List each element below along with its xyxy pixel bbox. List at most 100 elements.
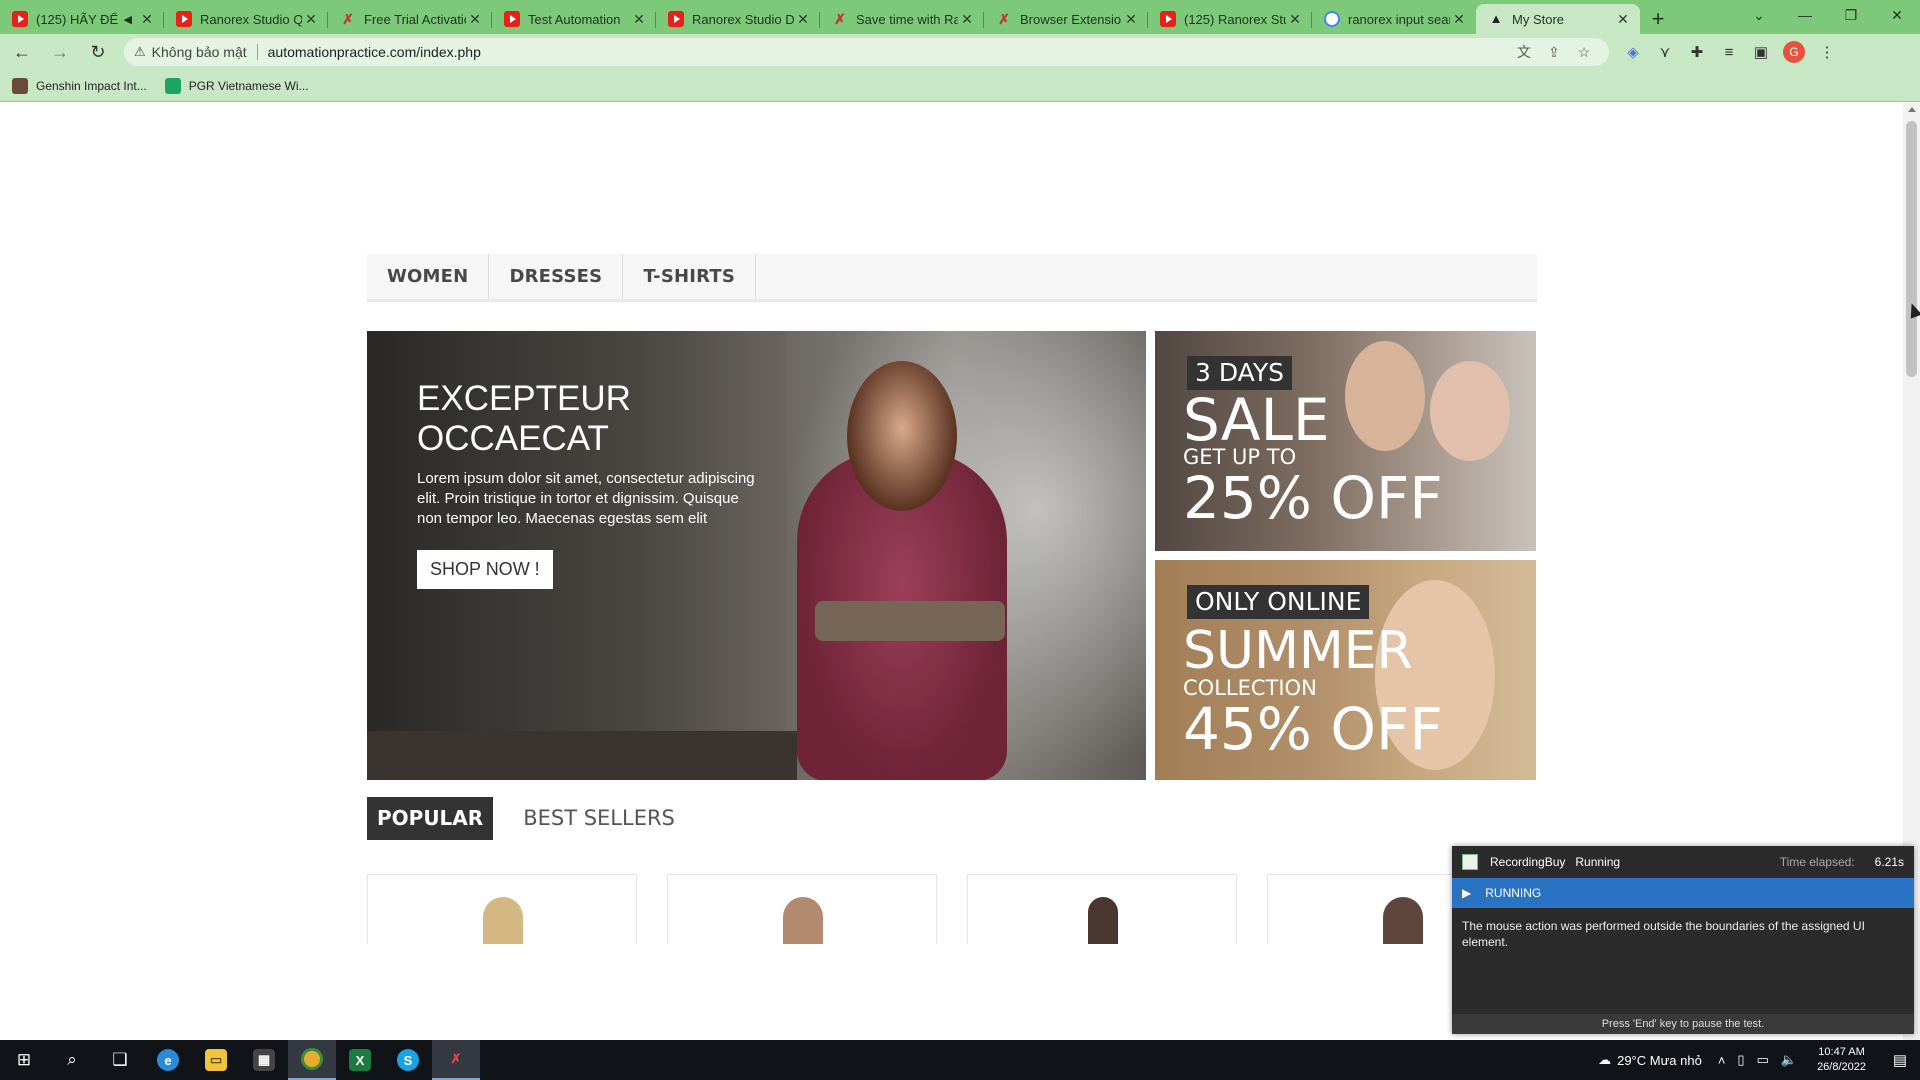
search-icon[interactable]: ⌕ xyxy=(48,1040,96,1080)
youtube-icon xyxy=(1160,11,1176,27)
translate-icon[interactable]: 文 xyxy=(1509,42,1539,62)
profile-avatar[interactable]: G xyxy=(1783,41,1805,63)
tray-app-icon[interactable]: ▯ xyxy=(1737,1052,1744,1068)
banner-photo-woman xyxy=(1430,361,1510,461)
reload-button[interactable]: ↻ xyxy=(82,36,114,68)
weather-text[interactable]: 29°C Mưa nhỏ xyxy=(1617,1053,1702,1068)
translate-extension-icon[interactable]: ◈ xyxy=(1617,43,1649,61)
tab-popular[interactable]: POPULAR xyxy=(367,797,494,840)
browser-tab-active[interactable]: ▲ My Store ✕ xyxy=(1476,4,1640,34)
store-icon: ▲ xyxy=(1489,11,1503,26)
forward-button[interactable]: → xyxy=(44,36,76,68)
close-tab-icon[interactable]: ✕ xyxy=(302,10,320,28)
skype-icon[interactable]: S xyxy=(384,1040,432,1080)
new-tab-button[interactable]: + xyxy=(1640,4,1676,34)
slider-prev-button[interactable]: ‹ xyxy=(1035,820,1085,869)
shop-now-button[interactable]: SHOP NOW ! xyxy=(417,550,553,589)
bookmarks-bar: Genshin Impact Int... PGR Vietnamese Wi.… xyxy=(0,70,1920,102)
close-tab-icon[interactable]: ✕ xyxy=(794,10,812,28)
runner-message: The mouse action was performed outside t… xyxy=(1462,919,1865,949)
vpn-extension-icon[interactable]: ⋎ xyxy=(1649,43,1681,61)
bookmark-pgr[interactable]: PGR Vietnamese Wi... xyxy=(164,77,309,94)
close-tab-icon[interactable]: ✕ xyxy=(1122,10,1140,28)
tab-search-icon[interactable]: ⌄ xyxy=(1736,0,1782,30)
task-view-icon[interactable]: ❑ xyxy=(96,1040,144,1080)
ranorex-icon: ✗ xyxy=(834,11,846,27)
browser-toolbar: ← → ↻ ⚠ Không bảo mật automationpractice… xyxy=(0,34,1920,70)
minimize-button[interactable]: — xyxy=(1782,0,1828,30)
menu-item-women[interactable]: WOMEN xyxy=(367,254,490,299)
browser-tab[interactable]: Ranorex Studio De ✕ xyxy=(656,4,820,34)
tray-chevron-icon[interactable]: ˄ xyxy=(1718,1053,1726,1068)
windows-start-icon[interactable]: ⊞ xyxy=(0,1040,48,1080)
sale-banner[interactable]: 3 DAYS SALE GET UP TO 25% OFF xyxy=(1155,331,1536,551)
banner-tag: ONLY ONLINE xyxy=(1187,585,1370,619)
browser-tab[interactable]: (125) HÃY ĐỂ ◀ ✕ xyxy=(0,4,164,34)
ranorex-icon: ✗ xyxy=(998,11,1010,27)
tab-best-sellers[interactable]: BEST SELLERS xyxy=(513,797,685,840)
close-tab-icon[interactable]: ✕ xyxy=(630,10,648,28)
banner-headline: SALE xyxy=(1183,386,1330,454)
product-card[interactable] xyxy=(667,874,937,944)
summer-banner[interactable]: ONLY ONLINE SUMMER COLLECTION 45% OFF xyxy=(1155,560,1536,780)
volume-icon[interactable]: 🔈 xyxy=(1781,1052,1797,1068)
browser-tab[interactable]: Ranorex Studio Qu ✕ xyxy=(164,4,328,34)
scrollbar-thumb[interactable] xyxy=(1906,121,1917,377)
url-text[interactable]: automationpractice.com/index.php xyxy=(268,44,481,60)
notification-center-icon[interactable]: ▤ xyxy=(1880,1051,1920,1069)
youtube-icon xyxy=(504,11,520,27)
product-image[interactable] xyxy=(1088,897,1118,944)
browser-tab[interactable]: ✗ Free Trial Activatio ✕ xyxy=(328,4,492,34)
product-card[interactable] xyxy=(367,874,637,944)
network-icon[interactable]: ▭ xyxy=(1757,1052,1769,1068)
product-image[interactable] xyxy=(783,897,823,944)
store-app-icon[interactable]: ▦ xyxy=(240,1040,288,1080)
ranorex-studio-icon[interactable]: ✗ xyxy=(432,1040,480,1080)
extensions-puzzle-icon[interactable]: ✚ xyxy=(1681,43,1713,61)
close-tab-icon[interactable]: ✕ xyxy=(138,10,156,28)
genshin-icon xyxy=(12,77,28,94)
browser-tab[interactable]: ✗ Browser Extension ✕ xyxy=(984,4,1148,34)
browser-tab[interactable]: Test Automation ✕ xyxy=(492,4,656,34)
slider-next-button[interactable]: › xyxy=(1085,820,1135,869)
ranorex-runner-icon xyxy=(1462,854,1478,870)
excel-icon[interactable]: X xyxy=(336,1040,384,1080)
browser-tab[interactable]: ✗ Save time with Ra ✕ xyxy=(820,4,984,34)
security-label: Không bảo mật xyxy=(151,44,247,60)
slide-description: Lorem ipsum dolor sit amet, consectetur … xyxy=(417,470,755,527)
youtube-icon xyxy=(176,11,192,27)
menu-dots-icon[interactable]: ⋮ xyxy=(1811,43,1843,61)
product-card[interactable] xyxy=(967,874,1237,944)
runner-header: RecordingBuy Running Time elapsed: 6.21s xyxy=(1452,846,1914,878)
share-icon[interactable]: ⇪ xyxy=(1539,44,1569,61)
menu-item-tshirts[interactable]: T-SHIRTS xyxy=(623,254,757,299)
product-image[interactable] xyxy=(1383,897,1423,944)
bookmark-genshin[interactable]: Genshin Impact Int... xyxy=(12,77,147,94)
close-tab-icon[interactable]: ✕ xyxy=(1286,10,1304,28)
close-window-button[interactable]: ✕ xyxy=(1874,0,1920,30)
close-tab-icon[interactable]: ✕ xyxy=(958,10,976,28)
browser-tab[interactable]: ranorex input sear ✕ xyxy=(1312,4,1476,34)
speaker-mute-icon[interactable]: ◀ xyxy=(124,13,132,26)
bookmark-star-icon[interactable]: ☆ xyxy=(1569,44,1599,61)
product-image[interactable] xyxy=(483,897,523,944)
side-panel-icon[interactable]: ▣ xyxy=(1745,43,1777,61)
browser-tab[interactable]: (125) Ranorex Stu ✕ xyxy=(1148,4,1312,34)
weather-cloud-icon[interactable]: ☁ xyxy=(1598,1052,1611,1068)
close-tab-icon[interactable]: ✕ xyxy=(1450,10,1468,28)
file-explorer-icon[interactable]: ▭ xyxy=(192,1040,240,1080)
close-tab-icon[interactable]: ✕ xyxy=(1614,10,1632,28)
system-clock[interactable]: 10:47 AM 26/8/2022 xyxy=(1817,1045,1866,1075)
edge-browser-icon[interactable]: e xyxy=(144,1040,192,1080)
chrome-icon[interactable] xyxy=(288,1040,336,1080)
address-bar[interactable]: ⚠ Không bảo mật automationpractice.com/i… xyxy=(124,38,1609,66)
back-button[interactable]: ← xyxy=(6,36,38,68)
scroll-up-icon[interactable] xyxy=(1908,107,1916,112)
test-state: Running xyxy=(1575,855,1621,869)
store-top-menu: WOMEN DRESSES T-SHIRTS xyxy=(367,254,1537,302)
close-tab-icon[interactable]: ✕ xyxy=(466,10,484,28)
menu-item-dresses[interactable]: DRESSES xyxy=(489,254,624,299)
banner-discount: 45% OFF xyxy=(1183,695,1443,763)
restore-button[interactable]: ❐ xyxy=(1828,0,1874,30)
media-control-icon[interactable]: ≡ xyxy=(1713,44,1745,61)
